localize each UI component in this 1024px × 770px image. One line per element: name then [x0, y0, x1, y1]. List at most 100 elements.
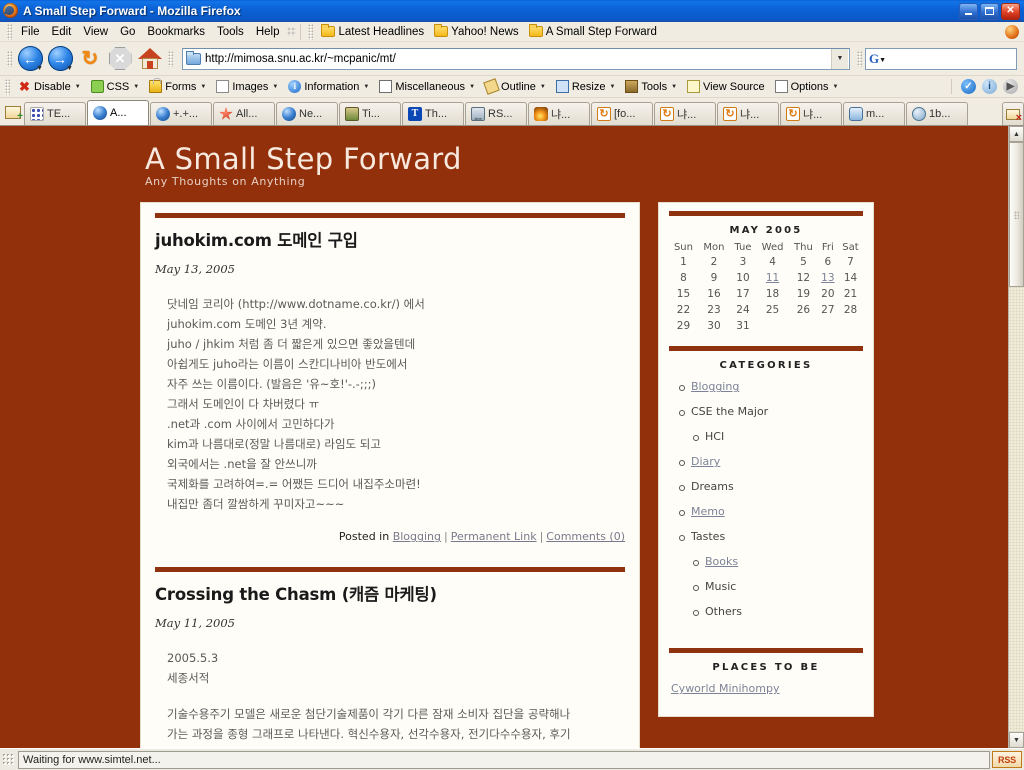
back-dropdown-icon[interactable]: ▼ [36, 65, 43, 72]
url-bar[interactable]: http://mimosa.snu.ac.kr/~mcpanic/mt/ ▼ [182, 47, 850, 70]
stop-button[interactable]: ✕ [105, 45, 135, 73]
maximize-button[interactable] [980, 2, 999, 20]
devbar-grip[interactable] [5, 78, 10, 95]
tab-14[interactable]: 1b... [906, 102, 968, 125]
category-item: Dreams [677, 480, 863, 493]
menu-view[interactable]: View [77, 24, 114, 40]
calendar-day: 12 [796, 272, 811, 285]
tab-13[interactable]: m... [843, 102, 905, 125]
stop-icon: ✕ [108, 47, 132, 70]
searchbar-grip[interactable] [857, 50, 862, 67]
tab-5[interactable]: Ti... [339, 102, 401, 125]
tab-3[interactable]: All... [213, 102, 275, 125]
devbar-forms[interactable]: Forms ▼ [144, 78, 211, 93]
menu-help[interactable]: Help [250, 24, 286, 40]
url-input[interactable]: http://mimosa.snu.ac.kr/~mcpanic/mt/ [205, 53, 831, 65]
entry-line: 세종서적 [167, 671, 210, 686]
menubar-grip[interactable] [7, 23, 12, 40]
close-button[interactable]: ✕ [1001, 2, 1020, 20]
home-button[interactable] [135, 45, 165, 73]
tab-4[interactable]: Ne... [276, 102, 338, 125]
tab-9[interactable]: ↻ [fo... [591, 102, 653, 125]
comments-link[interactable]: Comments (0) [546, 530, 625, 543]
tab-12[interactable]: ↻ 냐... [780, 102, 842, 125]
vertical-scrollbar[interactable]: ▲ ▼ [1008, 126, 1024, 748]
scrollbar-thumb[interactable] [1009, 142, 1024, 287]
devbar-view-source[interactable]: View Source [682, 80, 770, 93]
category-label-hci: HCI [705, 430, 725, 444]
calendar-day-link[interactable]: 11 [766, 272, 779, 284]
category-item: CSE the Major HCI [677, 405, 863, 443]
category-link-books[interactable]: Books [705, 555, 738, 568]
new-tab-button[interactable] [2, 100, 24, 124]
reload-button[interactable]: ↻ [75, 45, 105, 73]
places-section: PLACES TO BE Cyworld Minihompy [659, 640, 873, 716]
tab-8[interactable]: 냐... [528, 102, 590, 125]
search-bar[interactable]: G ▼ [865, 47, 1017, 70]
tab-0[interactable]: TE... [24, 102, 86, 125]
url-dropdown-icon[interactable]: ▼ [831, 48, 848, 69]
devbar-outline[interactable]: Outline ▼ [480, 78, 551, 95]
weekday: Tue [734, 242, 752, 254]
entry-body: 2005.5.3 세종서적 기술수용주기 모델은 새로운 첨단기술제품이 각기 … [167, 648, 625, 744]
blog-header: A Small Step Forward Any Thoughts on Any… [0, 144, 1008, 202]
urlbar-grip[interactable] [168, 50, 173, 67]
entry-category-link[interactable]: Blogging [393, 530, 441, 543]
rss-badge[interactable]: RSS [992, 751, 1022, 768]
play-icon[interactable]: ▶ [1003, 79, 1018, 94]
permalink-link[interactable]: Permanent Link [451, 530, 537, 543]
devbar-options[interactable]: Options ▼ [770, 80, 844, 93]
scroll-down-button[interactable]: ▼ [1009, 732, 1024, 748]
devbar-resize[interactable]: Resize ▼ [551, 80, 621, 93]
tab-11[interactable]: ↻ 냐... [717, 102, 779, 125]
tab-1-active[interactable]: A... [87, 100, 149, 125]
devbar-information[interactable]: i Information ▼ [283, 80, 374, 93]
devbar-tools[interactable]: Tools ▼ [620, 80, 682, 93]
forward-dropdown-icon[interactable]: ▼ [66, 65, 73, 72]
info-icon[interactable]: i [982, 79, 997, 94]
tab-7[interactable]: RS... [465, 102, 527, 125]
devbar-images[interactable]: Images ▼ [211, 80, 283, 93]
minimize-button[interactable] [959, 2, 978, 20]
check-icon[interactable]: ✓ [961, 79, 976, 94]
google-icon[interactable]: G ▼ [869, 52, 886, 66]
forward-button[interactable]: → ▼ [45, 45, 75, 73]
tab-favicon: ↻ [786, 107, 800, 121]
menu-edit[interactable]: Edit [46, 24, 78, 40]
devbar-css[interactable]: CSS ▼ [86, 80, 145, 93]
category-link-memo[interactable]: Memo [691, 505, 725, 518]
chevron-down-icon: ▼ [200, 83, 207, 90]
weekday: Mon [703, 242, 725, 254]
place-link-cyworld[interactable]: Cyworld Minihompy [671, 682, 863, 695]
toolbox-icon [625, 80, 639, 93]
menu-file[interactable]: File [15, 24, 46, 40]
scrollbar-track[interactable] [1009, 142, 1024, 732]
menu-tools[interactable]: Tools [211, 24, 250, 40]
devbar-disable[interactable]: ✖ Disable ▼ [13, 80, 86, 93]
bookmark-latest-headlines[interactable]: Latest Headlines [316, 24, 429, 39]
tab-label: 1b... [929, 108, 951, 120]
category-item: Tastes Books Music Others [677, 530, 863, 618]
tab-6[interactable]: T Th... [402, 102, 464, 125]
menubar-firefox-icon[interactable] [1005, 24, 1019, 39]
bookmark-a-small-step-forward[interactable]: A Small Step Forward [524, 24, 662, 39]
menu-bookmarks[interactable]: Bookmarks [141, 24, 211, 40]
scroll-up-button[interactable]: ▲ [1009, 126, 1024, 142]
tab-favicon [912, 107, 926, 121]
devbar-miscellaneous[interactable]: Miscellaneous ▼ [374, 80, 480, 93]
category-link-diary[interactable]: Diary [691, 455, 720, 468]
calendar-day-link[interactable]: 13 [821, 272, 834, 284]
navbar-grip[interactable] [7, 50, 12, 67]
back-button[interactable]: ← ▼ [15, 45, 45, 73]
tab-10[interactable]: ↻ 냐... [654, 102, 716, 125]
bookmark-yahoo-news[interactable]: Yahoo! News [429, 24, 524, 39]
close-tab-button[interactable] [1002, 102, 1024, 125]
quick-search-icon[interactable] [287, 27, 297, 36]
bookmarks-grip[interactable] [308, 23, 314, 40]
menu-go[interactable]: Go [114, 24, 141, 40]
bookmark-label: Latest Headlines [338, 25, 425, 38]
tab-2[interactable]: +.+... [150, 102, 212, 125]
category-link-blogging[interactable]: Blogging [691, 380, 739, 393]
devbar-label: CSS [106, 80, 130, 93]
chevron-down-icon: ▼ [609, 83, 616, 90]
